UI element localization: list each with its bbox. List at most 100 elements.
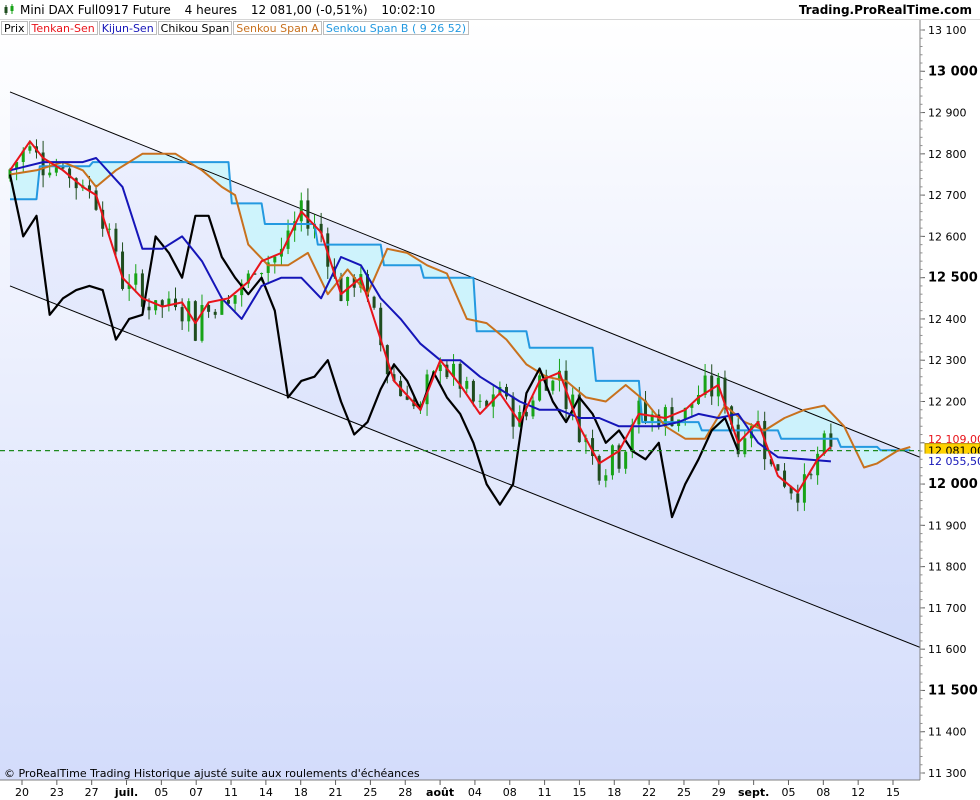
- candle-body: [140, 273, 144, 307]
- x-tick-label: 15: [886, 786, 900, 799]
- x-tick-label: 12: [851, 786, 865, 799]
- candle-body: [829, 433, 833, 447]
- candle-body: [134, 273, 138, 285]
- candle: [597, 454, 601, 485]
- x-tick-label: 21: [329, 786, 343, 799]
- candle-body: [743, 438, 747, 455]
- x-tick-label: 25: [363, 786, 377, 799]
- legend-item[interactable]: Prix: [1, 21, 28, 35]
- x-tick-label: 14: [259, 786, 273, 799]
- price-chart[interactable]: 13 100 13 000 12 900 12 800 12 700 12 600 12 5…: [0, 20, 980, 800]
- y-tick-label: 11 700: [928, 602, 967, 615]
- y-tick-label: 12 900: [928, 107, 967, 120]
- candle: [776, 464, 780, 471]
- x-tick-label: 25: [677, 786, 691, 799]
- y-tick-label: 13 000: [928, 64, 978, 79]
- x-tick-label: 22: [642, 786, 656, 799]
- x-tick-label: 04: [468, 786, 482, 799]
- y-tick-label: 13 100: [928, 24, 967, 37]
- candle-body: [61, 167, 65, 169]
- timeframe: 4 heures: [184, 3, 237, 17]
- candle-body: [478, 400, 482, 402]
- candle-body: [180, 307, 184, 322]
- y-tick-label: 11 300: [928, 767, 967, 780]
- candle-body: [220, 299, 224, 315]
- x-tick-label: 05: [781, 786, 795, 799]
- x-tick-label: 11: [224, 786, 238, 799]
- candle-body: [710, 375, 714, 397]
- candle-body: [624, 451, 628, 469]
- copyright-note: © ProRealTime Trading Historique ajusté …: [4, 767, 420, 780]
- last-price: 12 081,00 (-0,51%): [250, 3, 368, 17]
- candle-body: [233, 295, 237, 304]
- x-tick-label: 05: [154, 786, 168, 799]
- candle-body: [107, 228, 111, 230]
- y-tick-label: 12 400: [928, 313, 967, 326]
- candle-body: [796, 493, 800, 503]
- x-tick-label: 18: [607, 786, 621, 799]
- y-tick-label: 12 000: [928, 477, 978, 492]
- x-tick-label: 27: [85, 786, 99, 799]
- x-axis-panel: [0, 780, 980, 800]
- candle-body: [213, 311, 217, 315]
- x-tick-label: 29: [712, 786, 726, 799]
- title-bar: Mini DAX Full0917 Future 4 heures 12 081…: [0, 0, 980, 20]
- candle-body: [438, 364, 442, 372]
- y-tick-label: 12 500: [928, 271, 978, 286]
- y-tick-label: 11 600: [928, 643, 967, 656]
- y-tick-label: 12 200: [928, 396, 967, 409]
- candle-body: [160, 300, 164, 306]
- candle-body: [48, 172, 52, 176]
- y-tick-label: 12 300: [928, 354, 967, 367]
- indicator-legend: Prix Tenkan-Sen Kijun-Sen Chikou Span Senkou…: [1, 21, 470, 35]
- y-tick-label: 11 900: [928, 519, 967, 532]
- y-tick-label: 12 700: [928, 189, 967, 202]
- price-label-text: 12 055,50: [928, 455, 980, 468]
- x-tick-label: 23: [50, 786, 64, 799]
- instrument-name: Mini DAX Full0917 Future: [20, 3, 171, 17]
- brand-link[interactable]: Trading.ProRealTime.com: [799, 3, 972, 17]
- legend-item[interactable]: Kijun-Sen: [98, 21, 157, 35]
- candle: [372, 295, 376, 310]
- legend-item[interactable]: Senkou Span B ( 9 26 52): [322, 21, 470, 35]
- y-tick-label: 11 500: [928, 683, 978, 698]
- candle-body: [783, 470, 787, 487]
- chart-window: Mini DAX Full0917 Future 4 heures 12 081…: [0, 0, 980, 800]
- x-tick-label: 11: [538, 786, 552, 799]
- y-tick-label: 12 800: [928, 148, 967, 161]
- candle: [610, 444, 614, 480]
- x-tick-label: 28: [398, 786, 412, 799]
- price-label: 12 055,50: [924, 453, 980, 468]
- candle-body: [207, 305, 211, 312]
- candle-body: [121, 251, 125, 289]
- candle-body: [147, 306, 151, 311]
- x-tick-label: 07: [189, 786, 203, 799]
- clock-time: 10:02:10: [381, 3, 436, 17]
- legend-item[interactable]: Senkou Span A: [233, 21, 322, 35]
- candle-body: [538, 375, 542, 401]
- y-tick-label: 11 800: [928, 561, 967, 574]
- candle-body: [610, 445, 614, 476]
- x-tick-label: 08: [816, 786, 830, 799]
- candle-body: [551, 380, 555, 391]
- x-tick-label: 20: [15, 786, 29, 799]
- candle-body: [372, 296, 376, 308]
- x-tick-label: 15: [572, 786, 586, 799]
- y-tick-label: 12 600: [928, 230, 967, 243]
- x-tick-label: sept.: [738, 786, 769, 799]
- y-tick-label: 11 400: [928, 726, 967, 739]
- candle-body: [114, 228, 118, 252]
- candle: [577, 386, 581, 443]
- candle-body: [809, 474, 813, 476]
- x-tick-label: juil.: [114, 786, 138, 799]
- candle-body: [776, 464, 780, 471]
- candle-body: [28, 146, 32, 151]
- x-tick-label: août: [426, 786, 454, 799]
- legend-item[interactable]: Chikou Span: [157, 21, 233, 35]
- chart-title: Mini DAX Full0917 Future 4 heures 12 081…: [20, 3, 445, 17]
- x-tick-label: 08: [503, 786, 517, 799]
- legend-item[interactable]: Tenkan-Sen: [28, 21, 98, 35]
- candle-body: [260, 272, 264, 275]
- candle-body: [471, 380, 475, 402]
- x-tick-label: 18: [294, 786, 308, 799]
